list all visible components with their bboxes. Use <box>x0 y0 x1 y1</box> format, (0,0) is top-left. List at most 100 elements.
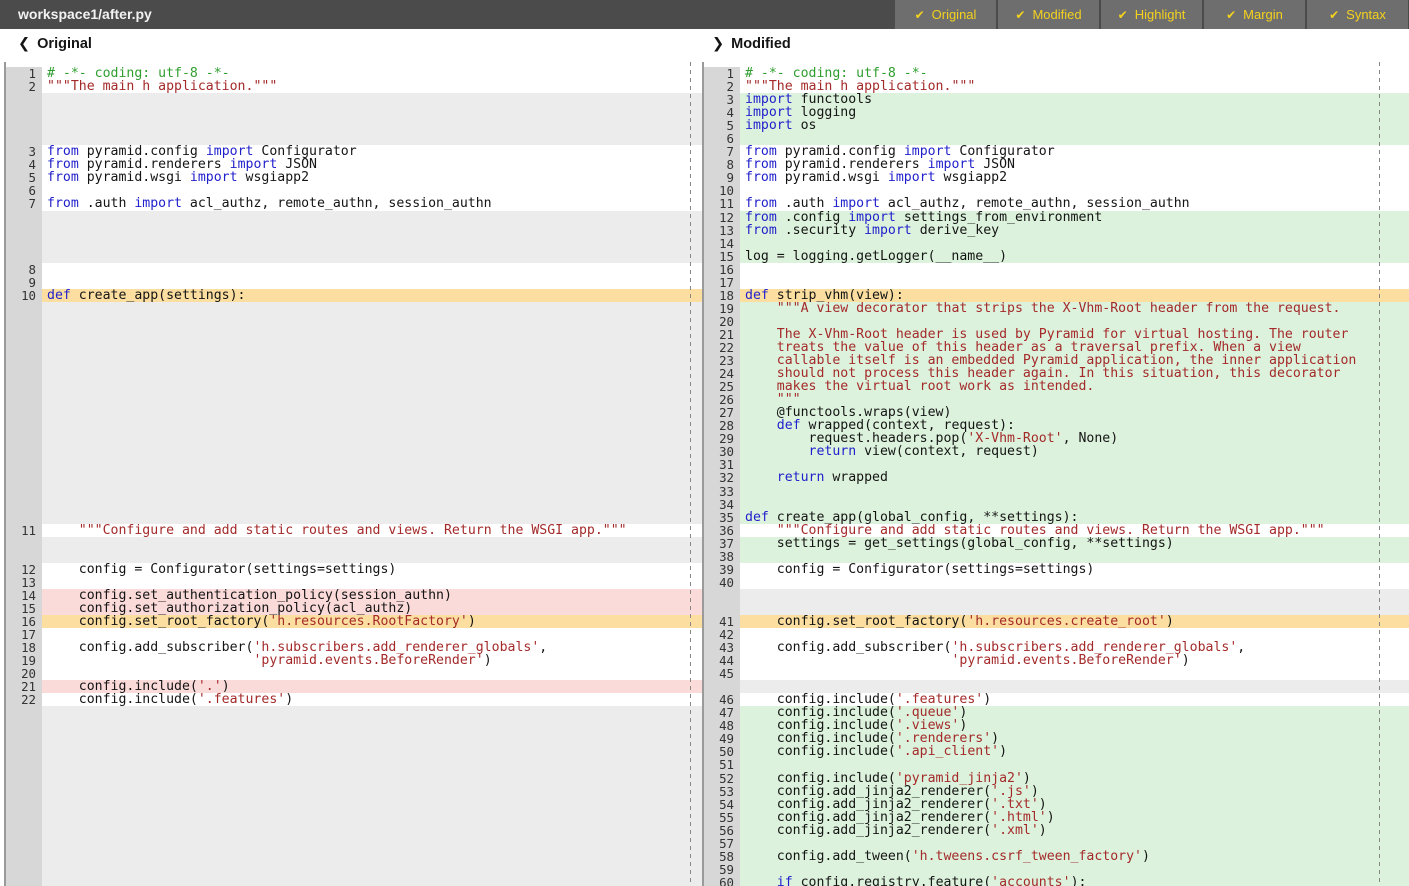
code-row: 15 config.set_authorization_policy(acl_a… <box>6 602 702 615</box>
code-text: config.set_authorization_policy(acl_auth… <box>42 602 702 615</box>
line-number <box>6 758 42 771</box>
line-number: 3 <box>6 145 42 158</box>
code-row: 37 settings = get_settings(global_config… <box>704 537 1409 550</box>
code-row: 13 <box>6 576 702 589</box>
code-row: 23 callable itself is an embedded Pyrami… <box>704 354 1409 367</box>
code-text: from .security import derive_key <box>740 224 1409 237</box>
filler-row <box>6 837 702 850</box>
line-number <box>6 393 42 406</box>
line-number <box>6 745 42 758</box>
code-text: config.add_subscriber('h.subscribers.add… <box>42 641 702 654</box>
code-text <box>42 106 702 119</box>
code-row: 9 <box>6 276 702 289</box>
code-text <box>740 628 1409 641</box>
code-text: from pyramid.renderers import JSON <box>740 158 1409 171</box>
line-number: 6 <box>6 184 42 197</box>
line-number <box>6 445 42 458</box>
code-row: 58 config.add_tween('h.tweens.csrf_tween… <box>704 850 1409 863</box>
code-text <box>42 628 702 641</box>
code-text <box>42 315 702 328</box>
line-number: 1 <box>704 67 740 80</box>
line-number: 4 <box>704 106 740 119</box>
code-text: config.set_root_factory('h.resources.Roo… <box>42 615 702 628</box>
toggle-modified-button[interactable]: ✔ Modified <box>998 0 1099 29</box>
toggle-margin-button[interactable]: ✔ Margin <box>1204 0 1305 29</box>
code-text: config = Configurator(settings=settings) <box>740 563 1409 576</box>
code-text <box>740 576 1409 589</box>
code-text <box>42 732 702 745</box>
code-row: 34 <box>704 498 1409 511</box>
code-row: 48 config.include('.views') <box>704 719 1409 732</box>
filler-row <box>6 380 702 393</box>
code-text: config.include('pyramid_jinja2') <box>740 772 1409 785</box>
toggle-highlight-button[interactable]: ✔ Highlight <box>1101 0 1202 29</box>
toggle-highlight-label: Highlight <box>1135 7 1186 22</box>
line-number <box>6 93 42 106</box>
code-row: 5import os <box>704 119 1409 132</box>
code-text <box>740 863 1409 876</box>
toggle-margin-label: Margin <box>1243 7 1283 22</box>
code-text <box>42 863 702 876</box>
filler-row <box>6 485 702 498</box>
filler-row <box>6 106 702 119</box>
code-row: 16 <box>704 263 1409 276</box>
line-number: 40 <box>704 576 740 589</box>
line-number <box>6 367 42 380</box>
code-row: 43 config.add_subscriber('h.subscribers.… <box>704 641 1409 654</box>
code-row: 24 should not process this header again.… <box>704 367 1409 380</box>
code-text <box>42 119 702 132</box>
code-row: 49 config.include('.renderers') <box>704 732 1409 745</box>
code-text: config.include('.features') <box>740 693 1409 706</box>
code-row: 26 """ <box>704 393 1409 406</box>
code-row: 40 <box>704 576 1409 589</box>
filler-row <box>6 367 702 380</box>
code-row: 16 config.set_root_factory('h.resources.… <box>6 615 702 628</box>
filler-row <box>6 537 702 550</box>
code-row: 10def create_app(settings): <box>6 289 702 302</box>
code-text: callable itself is an embedded Pyramid a… <box>740 354 1409 367</box>
toggle-original-button[interactable]: ✔ Original <box>895 0 996 29</box>
code-text <box>42 758 702 771</box>
filler-row <box>6 745 702 758</box>
line-number: 15 <box>6 602 42 615</box>
code-row: 4from pyramid.renderers import JSON <box>6 158 702 171</box>
code-row: 46 config.include('.features') <box>704 693 1409 706</box>
code-row: 53 config.add_jinja2_renderer('.js') <box>704 785 1409 798</box>
code-row: 38 <box>704 550 1409 563</box>
toggle-original-label: Original <box>932 7 977 22</box>
code-row: 33 <box>704 485 1409 498</box>
line-number: 20 <box>704 315 740 328</box>
code-text: config.add_subscriber('h.subscribers.add… <box>740 641 1409 654</box>
code-text: def create_app(settings): <box>42 289 702 302</box>
toggle-syntax-button[interactable]: ✔ Syntax <box>1307 0 1408 29</box>
code-text: config.add_jinja2_renderer('.txt') <box>740 798 1409 811</box>
original-pane-header: ❮Original <box>18 36 92 52</box>
line-number <box>6 471 42 484</box>
code-text <box>42 511 702 524</box>
code-text: @functools.wraps(view) <box>740 406 1409 419</box>
code-row: 55 config.add_jinja2_renderer('.html') <box>704 811 1409 824</box>
line-number <box>6 380 42 393</box>
line-number: 33 <box>704 485 740 498</box>
code-text: from pyramid.config import Configurator <box>740 145 1409 158</box>
code-text <box>42 811 702 824</box>
code-text <box>740 498 1409 511</box>
code-text <box>42 237 702 250</box>
code-text <box>42 432 702 445</box>
original-pane-title: Original <box>37 36 92 52</box>
code-text <box>42 367 702 380</box>
code-row: 12 config = Configurator(settings=settin… <box>6 563 702 576</box>
line-number <box>6 224 42 237</box>
line-number <box>6 863 42 876</box>
filler-row <box>6 315 702 328</box>
line-number: 59 <box>704 863 740 876</box>
code-text <box>740 550 1409 563</box>
code-text <box>42 458 702 471</box>
code-row: 6 <box>704 132 1409 145</box>
line-number <box>704 589 740 602</box>
code-text: """A view decorator that strips the X-Vh… <box>740 302 1409 315</box>
code-row: 21 The X-Vhm-Root header is used by Pyra… <box>704 328 1409 341</box>
code-row: 28 def wrapped(context, request): <box>704 419 1409 432</box>
code-text: config.include('.renderers') <box>740 732 1409 745</box>
code-text <box>42 393 702 406</box>
